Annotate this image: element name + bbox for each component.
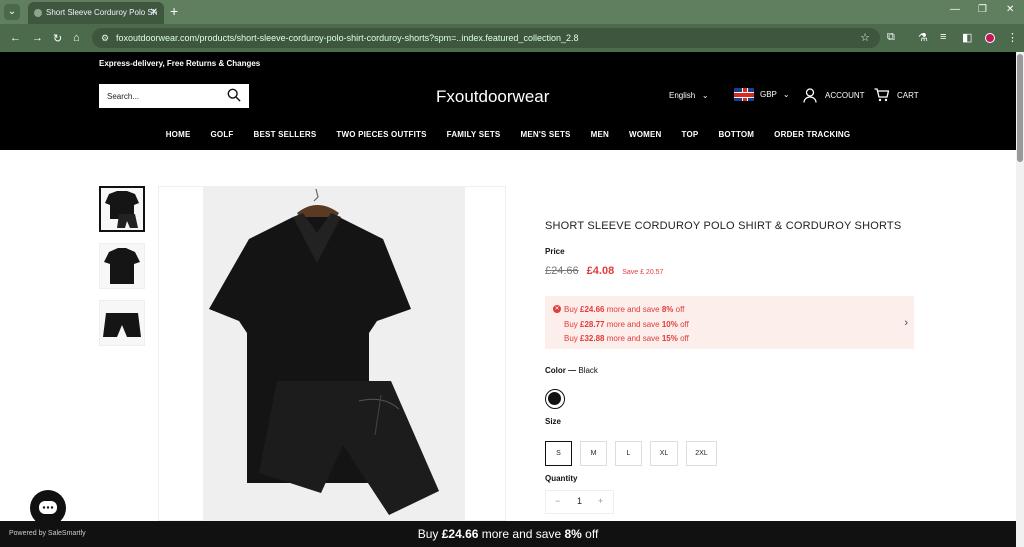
search-input[interactable]: Search...	[99, 84, 249, 108]
currency-label: GBP	[760, 90, 777, 99]
price-row: £24.66 £4.08 Save £ 20.57	[545, 265, 663, 277]
increase-icon[interactable]: +	[598, 496, 603, 506]
promo-bar: Express-delivery, Free Returns & Changes	[0, 52, 1016, 74]
scrollbar-thumb[interactable]	[1017, 54, 1023, 162]
decrease-icon[interactable]: −	[555, 496, 560, 506]
browser-menu-icon[interactable]: ⋮	[1007, 31, 1018, 44]
sale-price: £4.08	[586, 265, 615, 277]
nav-home[interactable]: HOME	[166, 130, 191, 139]
size-label: Size	[545, 417, 562, 426]
nav-women[interactable]: WOMEN	[629, 130, 662, 139]
offer-line: Buy £24.66 more and save 8% off	[564, 305, 685, 314]
shorts-thumb-image	[103, 313, 141, 337]
size-option-s[interactable]: S	[545, 441, 572, 466]
restore-icon[interactable]: ❐	[978, 4, 987, 15]
nav-top[interactable]: TOP	[682, 130, 699, 139]
favicon-icon	[34, 9, 42, 17]
minimize-icon[interactable]: —	[950, 4, 960, 15]
thumbnail-shorts[interactable]	[99, 300, 145, 346]
site-logo[interactable]: Fxoutdoorwear	[436, 87, 549, 107]
product-set-thumb-image	[105, 191, 139, 228]
back-icon[interactable]: ←	[10, 32, 21, 44]
address-bar[interactable]: ⚙ foxoutdoorwear.com/products/short-slee…	[92, 28, 880, 48]
nav-best-sellers[interactable]: BEST SELLERS	[254, 130, 317, 139]
main-nav: HOME GOLF BEST SELLERS TWO PIECES OUTFIT…	[0, 118, 1016, 150]
size-option-xl[interactable]: XL	[650, 441, 678, 466]
uk-flag-icon	[734, 88, 754, 101]
color-swatch-black[interactable]	[545, 389, 565, 409]
user-icon	[803, 88, 817, 103]
search-icon[interactable]	[227, 88, 241, 102]
nav-golf[interactable]: GOLF	[211, 130, 234, 139]
chevron-down-icon: ⌄	[697, 91, 709, 100]
size-options: S M L XL 2XL	[545, 441, 717, 466]
language-selector[interactable]: English ⌄	[669, 91, 709, 100]
price-label: Price	[545, 247, 565, 256]
chevron-right-icon[interactable]: ›	[904, 316, 908, 331]
forward-icon[interactable]: →	[32, 32, 43, 44]
language-label: English	[669, 91, 696, 100]
extensions-icon[interactable]: ⧉	[887, 31, 895, 44]
product-main-image[interactable]	[158, 186, 506, 522]
sidepanel-icon[interactable]: ◧	[962, 31, 972, 44]
url-text: foxoutdoorwear.com/products/short-sleeve…	[116, 33, 579, 43]
account-link[interactable]: ACCOUNT	[803, 88, 865, 103]
close-tab-icon[interactable]: ✕	[150, 7, 158, 18]
product-title: SHORT SLEEVE CORDUROY POLO SHIRT & CORDU…	[545, 220, 902, 232]
cart-label: CART	[897, 90, 919, 100]
bottom-offer-text: Buy £24.66 more and save 8% off	[417, 527, 599, 541]
quantity-value[interactable]: 1	[577, 496, 582, 506]
browser-tab-strip: ⌄ Short Sleeve Corduroy Polo Sh ✕ + — ❐ …	[0, 0, 1024, 24]
size-option-l[interactable]: L	[615, 441, 642, 466]
volume-discount-box[interactable]: ✕ Buy £24.66 more and save 8% off Buy £2…	[545, 296, 914, 349]
discount-icon: ✕	[553, 305, 561, 313]
bookmark-star-icon[interactable]: ☆	[860, 28, 870, 48]
promo-text: Express-delivery, Free Returns & Changes	[99, 59, 261, 68]
nav-bottom[interactable]: BOTTOM	[718, 130, 754, 139]
home-icon[interactable]: ⌂	[73, 32, 80, 44]
quantity-label: Quantity	[545, 474, 578, 483]
media-icon[interactable]: ≡	[940, 31, 946, 43]
quantity-stepper: − 1 +	[545, 490, 614, 514]
chevron-down-icon: ⌄	[782, 90, 790, 99]
new-tab-icon[interactable]: +	[170, 3, 178, 19]
nav-men[interactable]: MEN	[591, 130, 609, 139]
bottom-offer-bar: Powered by SaleSmartly Buy £24.66 more a…	[0, 521, 1016, 547]
cart-icon	[874, 88, 889, 102]
shirt-thumb-image	[104, 248, 140, 284]
nav-family-sets[interactable]: FAMILY SETS	[447, 130, 501, 139]
site-info-icon[interactable]: ⚙	[101, 28, 109, 48]
browser-toolbar: ← → ↻ ⌂ ⚙ foxoutdoorwear.com/products/sh…	[0, 24, 1024, 52]
reload-icon[interactable]: ↻	[53, 32, 62, 45]
window-close-icon[interactable]: ✕	[1006, 4, 1014, 15]
polo-and-shorts-image	[209, 188, 439, 515]
thumbnail-list	[99, 186, 145, 357]
color-label: Color — Black	[545, 366, 598, 375]
offer-line: Buy £28.77 more and save 10% off	[564, 319, 689, 329]
offer-line: Buy £32.88 more and save 15% off	[564, 334, 689, 343]
size-option-2xl[interactable]: 2XL	[686, 441, 717, 466]
currency-selector[interactable]: GBP ⌄	[734, 88, 790, 101]
cart-link[interactable]: CART	[874, 88, 919, 102]
nav-order-tracking[interactable]: ORDER TRACKING	[774, 130, 850, 139]
thumbnail-shirt[interactable]	[99, 243, 145, 289]
search-placeholder: Search...	[107, 92, 140, 101]
site-header: Search... Fxoutdoorwear English ⌄ GBP ⌄ …	[0, 74, 1016, 118]
color-value: Black	[578, 366, 598, 375]
account-label: ACCOUNT	[825, 91, 865, 100]
original-price: £24.66	[545, 265, 579, 277]
profile-avatar[interactable]	[985, 33, 995, 43]
thumbnail-set[interactable]	[99, 186, 145, 232]
labs-icon[interactable]: ⚗	[918, 31, 928, 44]
tab-search-icon[interactable]: ⌄	[4, 4, 20, 20]
save-amount: Save £ 20.57	[622, 269, 664, 276]
tab-title: Short Sleeve Corduroy Polo Sh	[46, 8, 158, 17]
nav-two-pieces-outfits[interactable]: TWO PIECES OUTFITS	[336, 130, 426, 139]
size-option-m[interactable]: M	[580, 441, 607, 466]
browser-tab[interactable]: Short Sleeve Corduroy Polo Sh ✕	[28, 2, 164, 24]
nav-mens-sets[interactable]: MEN'S SETS	[520, 130, 570, 139]
